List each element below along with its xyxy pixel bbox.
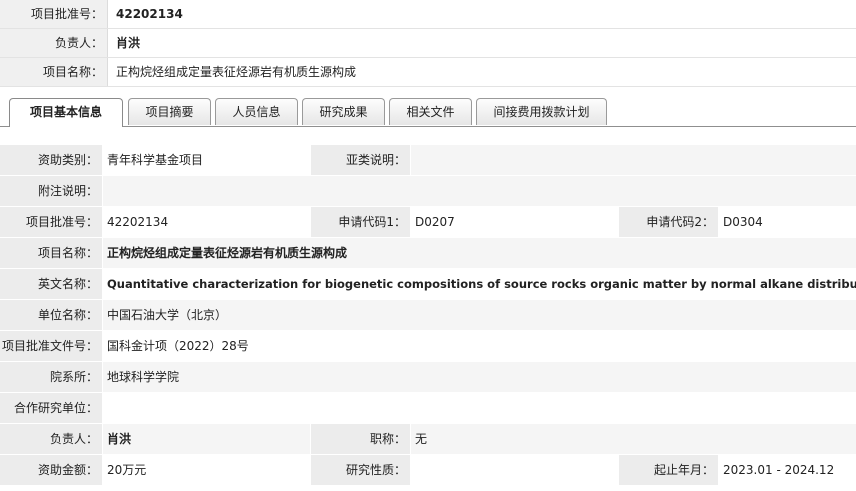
detail-row: 英文名称： Quantitative characterization for … (0, 269, 856, 300)
apply-code2-label: 申请代码2： (619, 207, 718, 237)
tab-results[interactable]: 研究成果 (302, 98, 385, 125)
department-label: 院系所： (0, 362, 102, 392)
unit-value: 中国石油大学（北京） (103, 300, 856, 330)
english-name-label: 英文名称： (0, 269, 102, 299)
detail-row: 资助类别： 青年科学基金项目 亚类说明： (0, 145, 856, 176)
detail-row: 院系所： 地球科学学院 (0, 362, 856, 393)
tab-bar: 项目基本信息 项目摘要 人员信息 研究成果 相关文件 间接费用拨款计划 (0, 98, 856, 127)
detail-row: 合作研究单位： (0, 393, 856, 424)
detail-row: 项目名称： 正构烷烃组成定量表征烃源岩有机质生源构成 (0, 238, 856, 269)
summary-approval-no-label: 项目批准号： (0, 0, 108, 28)
detail-row: 单位名称： 中国石油大学（北京） (0, 300, 856, 331)
tab-indirect-costs[interactable]: 间接费用拨款计划 (476, 98, 607, 125)
note-label: 附注说明： (0, 176, 102, 206)
tab-abstract[interactable]: 项目摘要 (128, 98, 211, 125)
project-summary: 项目批准号： 42202134 负责人： 肖洪 项目名称： 正构烷烃组成定量表征… (0, 0, 856, 87)
approval-no-value: 42202134 (103, 207, 310, 237)
summary-approval-no-value: 42202134 (108, 0, 856, 28)
detail-row: 附注说明： (0, 176, 856, 207)
funding-type-value: 青年科学基金项目 (103, 145, 310, 175)
project-name-value: 正构烷烃组成定量表征烃源岩有机质生源构成 (103, 238, 856, 268)
summary-leader-value: 肖洪 (108, 29, 856, 57)
basic-info-table: 资助类别： 青年科学基金项目 亚类说明： 附注说明： 项目批准号： 422021… (0, 145, 856, 486)
detail-row: 负责人： 肖洪 职称： 无 (0, 424, 856, 455)
summary-project-name-label: 项目名称： (0, 58, 108, 86)
period-label: 起止年月： (619, 455, 718, 485)
amount-label: 资助金额： (0, 455, 102, 485)
summary-row-project-name: 项目名称： 正构烷烃组成定量表征烃源岩有机质生源构成 (0, 58, 856, 87)
apply-code1-label: 申请代码1： (311, 207, 410, 237)
leader-value: 肖洪 (103, 424, 310, 454)
subtype-value (411, 145, 856, 175)
summary-project-name-value: 正构烷烃组成定量表征烃源岩有机质生源构成 (108, 58, 856, 86)
summary-row-leader: 负责人： 肖洪 (0, 29, 856, 58)
detail-row: 项目批准号： 42202134 申请代码1： D0207 申请代码2： D030… (0, 207, 856, 238)
apply-code1-value: D0207 (411, 207, 618, 237)
summary-row-approval-no: 项目批准号： 42202134 (0, 0, 856, 29)
english-name-value: Quantitative characterization for biogen… (103, 269, 856, 299)
summary-leader-label: 负责人： (0, 29, 108, 57)
tab-basic-info[interactable]: 项目基本信息 (9, 98, 123, 127)
tab-files[interactable]: 相关文件 (389, 98, 472, 125)
approval-doc-value: 国科金计项（2022）28号 (103, 331, 856, 361)
subtype-label: 亚类说明： (311, 145, 410, 175)
coop-unit-value (103, 393, 856, 423)
unit-label: 单位名称： (0, 300, 102, 330)
detail-row: 项目批准文件号： 国科金计项（2022）28号 (0, 331, 856, 362)
funding-type-label: 资助类别： (0, 145, 102, 175)
tab-personnel[interactable]: 人员信息 (215, 98, 298, 125)
leader-label: 负责人： (0, 424, 102, 454)
nature-value (411, 455, 618, 485)
coop-unit-label: 合作研究单位： (0, 393, 102, 423)
note-value (103, 176, 856, 206)
detail-row: 资助金额： 20万元 研究性质： 起止年月： 2023.01 - 2024.12 (0, 455, 856, 486)
period-value: 2023.01 - 2024.12 (719, 455, 856, 485)
nature-label: 研究性质： (311, 455, 410, 485)
apply-code2-value: D0304 (719, 207, 856, 237)
project-name-label: 项目名称： (0, 238, 102, 268)
amount-value: 20万元 (103, 455, 310, 485)
department-value: 地球科学学院 (103, 362, 856, 392)
title-value: 无 (411, 424, 856, 454)
approval-doc-label: 项目批准文件号： (0, 331, 102, 361)
approval-no-label: 项目批准号： (0, 207, 102, 237)
title-label: 职称： (311, 424, 410, 454)
